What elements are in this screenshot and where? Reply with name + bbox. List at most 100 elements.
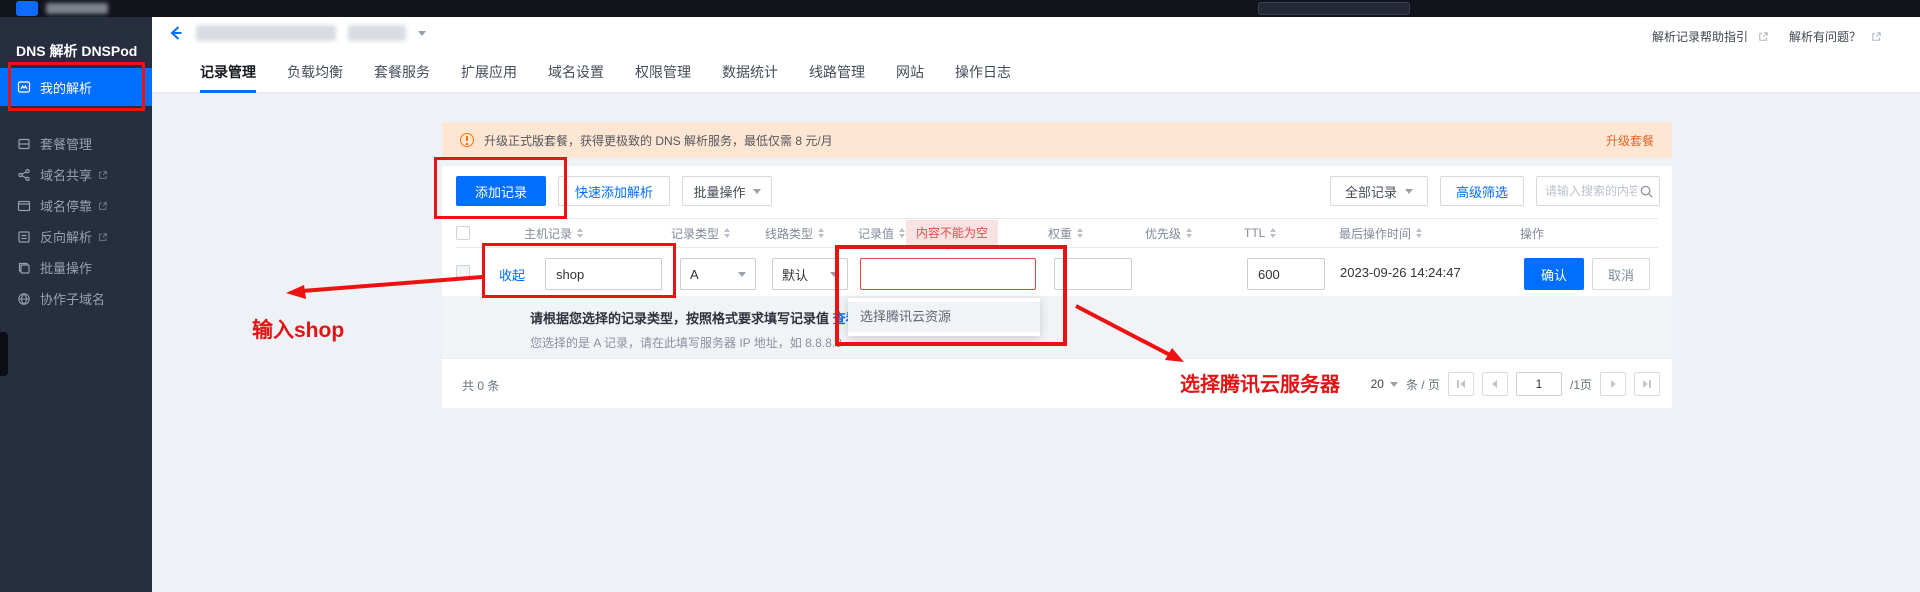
tab-data-statistics[interactable]: 数据统计 [722, 57, 778, 93]
sidebar-item-batch-operation[interactable]: 批量操作 [0, 252, 152, 283]
page-total-label: /1页 [1570, 376, 1592, 393]
sidebar-item-collaborative-subdomain[interactable]: 协作子域名 [0, 283, 152, 314]
search-icon[interactable] [1639, 184, 1654, 199]
resolution-problem-link[interactable]: 解析有问题？ [1789, 28, 1882, 45]
upgrade-plan-link[interactable]: 升级套餐 [1606, 132, 1654, 149]
column-record-type[interactable]: 记录类型 [671, 219, 730, 247]
sidebar-item-domain-parking[interactable]: 域名停靠 [0, 190, 152, 221]
tab-operation-log[interactable]: 操作日志 [955, 57, 1011, 93]
chevron-down-icon [753, 189, 761, 194]
total-count: 共 0 条 [462, 377, 499, 394]
sort-icon[interactable] [1270, 228, 1276, 238]
column-ttl[interactable]: TTL [1244, 219, 1276, 247]
sort-icon[interactable] [1077, 228, 1083, 238]
tab-extended-apps[interactable]: 扩展应用 [461, 57, 517, 93]
back-arrow-icon[interactable] [166, 23, 186, 43]
column-weight[interactable]: 权重 [1048, 219, 1083, 247]
sidebar-item-domain-sharing[interactable]: 域名共享 [0, 159, 152, 190]
column-last-operation-time[interactable]: 最后操作时间 [1339, 219, 1422, 247]
console-search-input[interactable] [1258, 2, 1410, 15]
cancel-button[interactable]: 取消 [1592, 258, 1650, 290]
globe-icon [17, 292, 31, 306]
sort-icon[interactable] [818, 228, 824, 238]
search-input[interactable] [1545, 184, 1637, 198]
select-all-checkbox[interactable] [456, 226, 470, 240]
tab-record-management[interactable]: 记录管理 [200, 57, 256, 93]
weight-input[interactable] [1054, 258, 1132, 290]
tab-permission-management[interactable]: 权限管理 [635, 57, 691, 93]
resolution-help-guide-link[interactable]: 解析记录帮助指引 [1652, 28, 1769, 45]
record-filter-dropdown[interactable]: 全部记录 [1330, 176, 1428, 206]
page-size-select[interactable]: 20 [1371, 377, 1398, 391]
page-size-value: 20 [1371, 377, 1384, 391]
share-icon [17, 168, 31, 182]
ttl-input[interactable] [1247, 258, 1325, 290]
next-page-button[interactable] [1600, 372, 1626, 396]
sidebar-collapse-handle[interactable] [0, 332, 8, 376]
domain-name-redacted [196, 25, 336, 41]
copy-icon [17, 261, 31, 275]
record-type-value: A [690, 267, 699, 282]
tab-domain-settings[interactable]: 域名设置 [548, 57, 604, 93]
last-page-button[interactable] [1634, 372, 1660, 396]
sidebar-item-reverse-resolution[interactable]: 反向解析 [0, 221, 152, 252]
record-filter-label: 全部记录 [1345, 182, 1397, 201]
last-operation-time: 2023-09-26 14:24:47 [1340, 265, 1461, 280]
record-help-section: 请根据您选择的记录类型，按照格式要求填写记录值 查看详细指引 您选择的是 A 记… [442, 296, 1672, 358]
per-page-label: 条 / 页 [1406, 376, 1440, 393]
prev-page-button[interactable] [1482, 372, 1508, 396]
sort-icon[interactable] [1186, 228, 1192, 238]
tab-load-balancing[interactable]: 负载均衡 [287, 57, 343, 93]
tab-plan-service[interactable]: 套餐服务 [374, 57, 430, 93]
sidebar-item-label: 协作子域名 [40, 289, 105, 308]
annotation-label-select-server: 选择腾讯云服务器 [1180, 368, 1340, 397]
record-value-input[interactable] [860, 258, 1036, 290]
sidebar-item-label: 域名停靠 [40, 196, 92, 215]
tab-website[interactable]: 网站 [896, 57, 924, 93]
sidebar-item-plan-management[interactable]: 套餐管理 [0, 128, 152, 159]
sort-icon[interactable] [1416, 228, 1422, 238]
add-record-button[interactable]: 添加记录 [456, 176, 546, 206]
column-record-value[interactable]: 记录值 [858, 219, 905, 247]
dnspod-console: DNS 解析 DNSPod 我的解析 套餐管理 域名共享 域名停靠 反向解析 批… [0, 0, 1920, 592]
column-priority[interactable]: 优先级 [1145, 219, 1192, 247]
line-type-select[interactable]: 默认 [772, 258, 848, 290]
record-edit-row: 收起 A 默认 2023-09-26 14:24:47 确认 取消 [456, 248, 1658, 296]
sidebar-item-my-resolution[interactable]: 我的解析 [0, 68, 152, 106]
card-footer: 共 0 条 20 条 / 页 /1页 [442, 358, 1672, 408]
column-line-type[interactable]: 线路类型 [765, 219, 824, 247]
resolution-icon [17, 80, 31, 94]
tencent-cloud-logo-text-redacted [46, 3, 108, 14]
sidebar: DNS 解析 DNSPod 我的解析 套餐管理 域名共享 域名停靠 反向解析 批… [0, 17, 152, 592]
sidebar-item-label: 套餐管理 [40, 134, 92, 153]
batch-operation-button[interactable]: 批量操作 [682, 176, 772, 206]
quick-add-resolution-button[interactable]: 快速添加解析 [558, 176, 670, 206]
info-circle-icon [460, 133, 474, 147]
record-value-dropdown: 选择腾讯云资源 [848, 298, 1040, 336]
tab-bar: 记录管理 负载均衡 套餐服务 扩展应用 域名设置 权限管理 数据统计 线路管理 … [200, 57, 1011, 93]
collapse-link[interactable]: 收起 [499, 265, 525, 284]
sidebar-item-label: 域名共享 [40, 165, 92, 184]
domain-switch-caret-icon[interactable] [418, 31, 426, 36]
window-icon [17, 199, 31, 213]
record-type-select[interactable]: A [680, 258, 756, 290]
advanced-filter-button[interactable]: 高级筛选 [1440, 176, 1524, 206]
column-host[interactable]: 主机记录 [524, 219, 583, 247]
topbar [0, 0, 1920, 17]
content-header: 解析记录帮助指引 解析有问题？ 记录管理 负载均衡 套餐服务 扩展应用 域名设置… [152, 17, 1920, 93]
help-link-label: 解析记录帮助指引 [1652, 28, 1748, 45]
header-help-links: 解析记录帮助指引 解析有问题？ [1652, 28, 1882, 45]
page-number-input[interactable] [1516, 372, 1562, 396]
first-page-button[interactable] [1448, 372, 1474, 396]
host-record-input[interactable] [545, 258, 662, 290]
sort-icon[interactable] [577, 228, 583, 238]
tab-line-management[interactable]: 线路管理 [809, 57, 865, 93]
select-tencent-cloud-resource-item[interactable]: 选择腾讯云资源 [848, 302, 1040, 332]
sort-icon[interactable] [899, 228, 905, 238]
sort-icon[interactable] [724, 228, 730, 238]
domain-name-redacted [348, 25, 406, 41]
row-checkbox[interactable] [456, 265, 470, 279]
pagination: 20 条 / 页 /1页 [1371, 372, 1660, 396]
confirm-button[interactable]: 确认 [1524, 258, 1584, 290]
tencent-cloud-logo-icon[interactable] [16, 1, 38, 16]
